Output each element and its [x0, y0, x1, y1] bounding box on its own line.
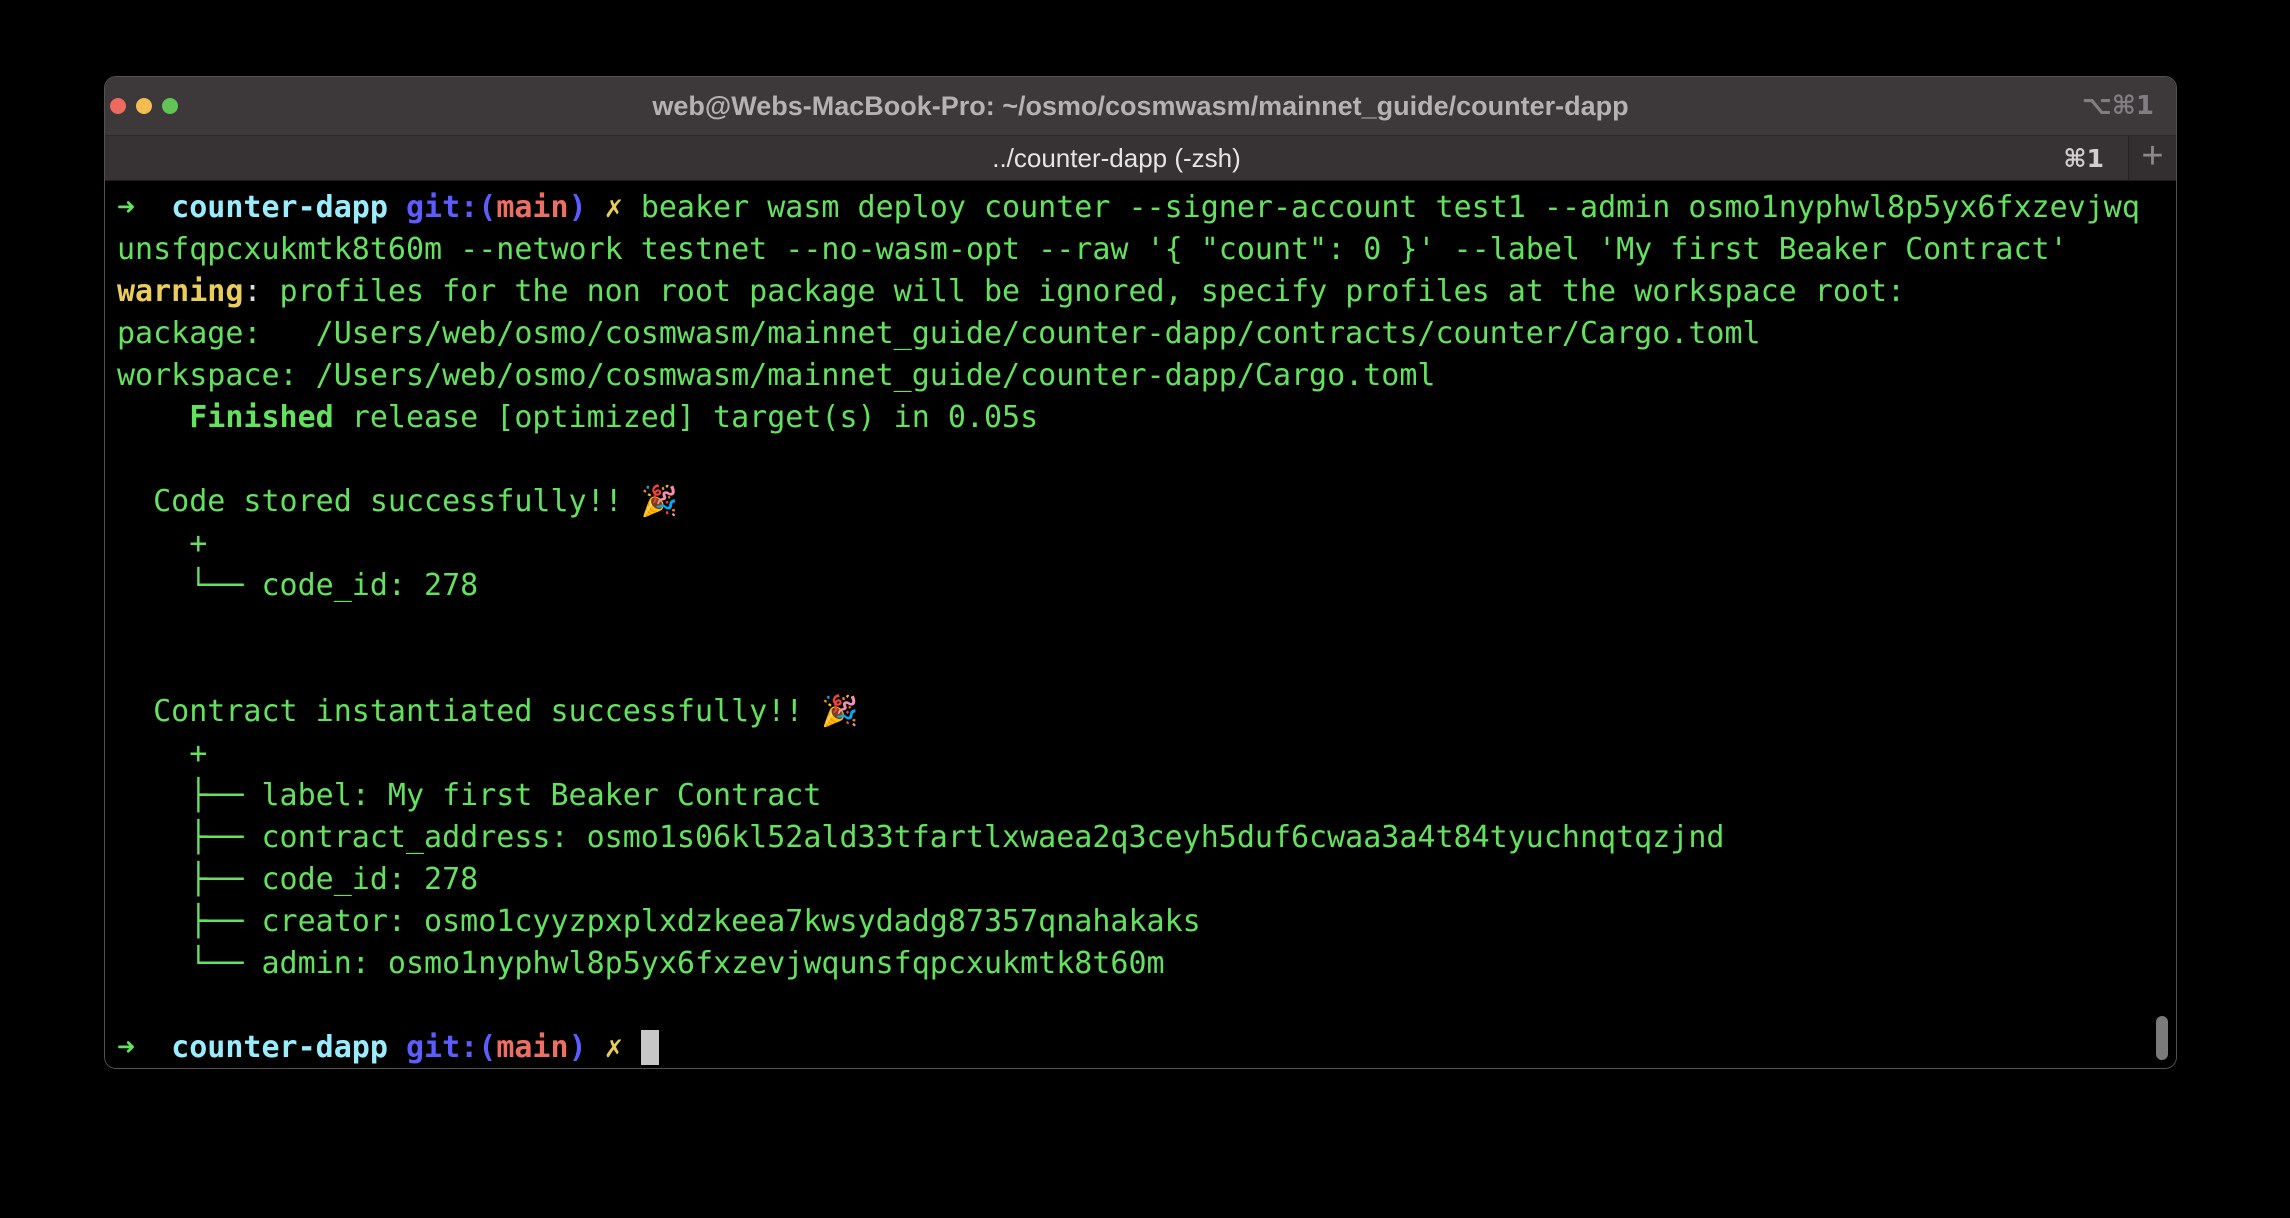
terminal-text-segment: counter-dapp — [171, 1030, 388, 1065]
minimize-button[interactable] — [136, 98, 152, 114]
terminal-text-segment: git:( — [406, 1030, 496, 1065]
terminal-line: ├── code_id: 278 — [117, 859, 2176, 901]
terminal-text-segment: ✗ — [605, 190, 623, 225]
terminal-text-segment — [135, 190, 171, 225]
terminal-text-segment: └── code_id: 278 — [117, 568, 478, 603]
terminal-text-segment — [135, 1030, 171, 1065]
terminal-text-segment: beaker wasm deploy counter --signer-acco… — [641, 190, 2140, 225]
terminal-line — [117, 985, 2176, 1027]
terminal-line — [117, 439, 2176, 481]
terminal-text-segment — [587, 1030, 605, 1065]
terminal-text-segment: ✗ — [605, 1030, 623, 1065]
terminal-line: Finished release [optimized] target(s) i… — [117, 397, 2176, 439]
terminal-text-segment: └── admin: osmo1nyphwl8p5yx6fxzevjwqunsf… — [117, 946, 1165, 981]
terminal-text-segment: + — [117, 526, 207, 561]
party-popper-icon: 🎉 — [821, 694, 858, 729]
text-cursor — [641, 1030, 659, 1065]
tab-bar: ../counter-dapp (-zsh) ⌘1 + — [105, 136, 2176, 181]
terminal-line: └── admin: osmo1nyphwl8p5yx6fxzevjwqunsf… — [117, 943, 2176, 985]
terminal-line: Contract instantiated successfully!! 🎉 — [117, 691, 2176, 733]
terminal-text-segment: + — [117, 736, 207, 771]
terminal-text-segment: Finished — [117, 400, 334, 435]
terminal-line: ├── label: My first Beaker Contract — [117, 775, 2176, 817]
terminal-text-segment — [587, 190, 605, 225]
terminal-window: web@Webs-MacBook-Pro: ~/osmo/cosmwasm/ma… — [104, 76, 2177, 1069]
terminal-text-segment: Code stored successfully!! — [117, 484, 641, 519]
terminal-text-segment: main — [496, 190, 568, 225]
terminal-text-segment: counter-dapp — [171, 190, 388, 225]
terminal-line: ➜ counter-dapp git:(main) ✗ beaker wasm … — [117, 187, 2176, 229]
window-shortcut-hint: ⌥⌘1 — [2082, 77, 2154, 135]
terminal-output[interactable]: ➜ counter-dapp git:(main) ✗ beaker wasm … — [105, 181, 2176, 1069]
terminal-line: warning: profiles for the non root packa… — [117, 271, 2176, 313]
terminal-line: workspace: /Users/web/osmo/cosmwasm/main… — [117, 355, 2176, 397]
terminal-line: + — [117, 733, 2176, 775]
terminal-text-segment: Contract instantiated successfully!! — [117, 694, 821, 729]
terminal-text-segment: git:( — [406, 190, 496, 225]
terminal-text-segment — [623, 190, 641, 225]
terminal-line: Code stored successfully!! 🎉 — [117, 481, 2176, 523]
terminal-line — [117, 607, 2176, 649]
terminal-text-segment: release [optimized] target(s) in 0.05s — [334, 400, 1038, 435]
new-tab-button[interactable]: + — [2128, 136, 2176, 180]
terminal-line — [117, 649, 2176, 691]
terminal-line: ├── creator: osmo1cyyzpxplxdzkeea7kwsyda… — [117, 901, 2176, 943]
terminal-text-segment: : — [243, 274, 261, 309]
window-title: web@Webs-MacBook-Pro: ~/osmo/cosmwasm/ma… — [652, 91, 1628, 122]
terminal-line: ├── contract_address: osmo1s06kl52ald33t… — [117, 817, 2176, 859]
terminal-text-segment — [388, 190, 406, 225]
terminal-text-segment: warning — [117, 274, 243, 309]
terminal-text-segment — [388, 1030, 406, 1065]
tab-shortcut-hint: ⌘1 — [2063, 136, 2104, 180]
terminal-text-segment: unsfqpcxukmtk8t60m --network testnet --n… — [117, 232, 2068, 267]
close-button[interactable] — [110, 98, 126, 114]
terminal-line: package: /Users/web/osmo/cosmwasm/mainne… — [117, 313, 2176, 355]
traffic-lights — [110, 77, 178, 135]
scrollbar-thumb[interactable] — [2156, 1016, 2168, 1060]
title-bar[interactable]: web@Webs-MacBook-Pro: ~/osmo/cosmwasm/ma… — [105, 77, 2176, 136]
terminal-line: └── code_id: 278 — [117, 565, 2176, 607]
terminal-line: + — [117, 523, 2176, 565]
terminal-text-segment: main — [496, 1030, 568, 1065]
terminal-text-segment: ➜ — [117, 1030, 135, 1065]
terminal-line: unsfqpcxukmtk8t60m --network testnet --n… — [117, 229, 2176, 271]
terminal-line: ➜ counter-dapp git:(main) ✗ — [117, 1027, 2176, 1069]
tab-counter-dapp[interactable]: ../counter-dapp (-zsh) ⌘1 — [105, 136, 2128, 180]
terminal-text-segment: profiles for the non root package will b… — [262, 274, 1906, 309]
zoom-button[interactable] — [162, 98, 178, 114]
terminal-text-segment: workspace: /Users/web/osmo/cosmwasm/main… — [117, 358, 1436, 393]
terminal-text-segment: ├── contract_address: osmo1s06kl52ald33t… — [117, 820, 1724, 855]
terminal-text-segment: package: /Users/web/osmo/cosmwasm/mainne… — [117, 316, 1761, 351]
terminal-text-segment: ├── label: My first Beaker Contract — [117, 778, 821, 813]
terminal-text-segment: ) — [569, 190, 587, 225]
tab-title: ../counter-dapp (-zsh) — [992, 143, 1241, 174]
terminal-text-segment: ├── code_id: 278 — [117, 862, 478, 897]
party-popper-icon: 🎉 — [641, 484, 678, 519]
terminal-text-segment: ├── creator: osmo1cyyzpxplxdzkeea7kwsyda… — [117, 904, 1201, 939]
terminal-text-segment: ) — [569, 1030, 587, 1065]
terminal-text-segment: ➜ — [117, 190, 135, 225]
terminal-text-segment — [623, 1030, 641, 1065]
